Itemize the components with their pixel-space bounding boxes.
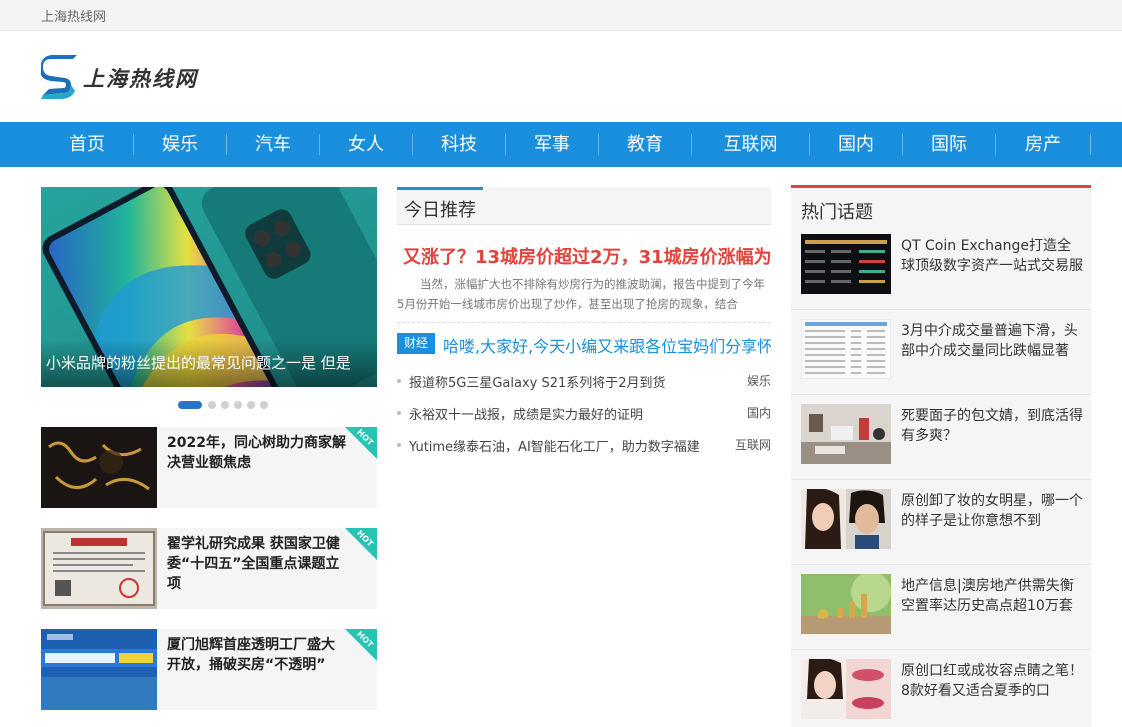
top-bar-site-name[interactable]: 上海热线网 (41, 6, 106, 25)
hot-badge: HOT (345, 629, 377, 661)
hot-topic-item[interactable]: 3月中介成交量普遍下滑，头部中介成交量同比跌幅显著 (791, 310, 1091, 395)
list-item-category[interactable]: 互联网 (735, 436, 771, 453)
hot-topic-item[interactable]: 原创卸了妆的女明星，哪一个的样子是让你意想不到 (791, 480, 1091, 565)
nav-item-domestic[interactable]: 国内 (810, 122, 902, 167)
card-thumbnail (41, 427, 157, 508)
nav-item-tech[interactable]: 科技 (413, 122, 505, 167)
hot-topic-item[interactable]: 地产信息|澳房地产供需失衡空置率达历史高点超10万套 (791, 565, 1091, 650)
recommend-header: 今日推荐 (397, 187, 771, 225)
category-tag[interactable]: 财经 (397, 333, 435, 354)
hot-topic-item[interactable]: QT Coin Exchange打造全球顶级数字资产一站式交易服 (791, 225, 1091, 310)
nav-item-education[interactable]: 教育 (599, 122, 691, 167)
list-item[interactable]: Yutime缘泰石油，AI智能石化工厂，助力数字福建 互联网 (397, 436, 771, 456)
recommend-headline[interactable]: 又涨了？13城房价超过2万，31城房价涨幅为 (403, 243, 771, 269)
list-item-title[interactable]: 永裕双十一战报，成绩是实力最好的证明 (409, 404, 729, 423)
recommend-header-accent (397, 187, 483, 190)
topic-thumbnail (801, 319, 891, 379)
nav-item-women[interactable]: 女人 (320, 122, 412, 167)
recommend-heading: 今日推荐 (404, 200, 476, 221)
hero-slider[interactable]: 小米品牌的粉丝提出的最常见问题之一是 但是 (41, 187, 377, 387)
hot-topics-heading: 热门话题 (801, 202, 873, 223)
main-nav: 首页 娱乐 汽车 女人 科技 军事 教育 互联网 国内 国际 房产 (0, 122, 1122, 167)
topic-thumbnail (801, 659, 891, 719)
tagged-article-title[interactable]: 哈喽,大家好,今天小编又来跟各位宝妈们分享怀 (443, 333, 771, 357)
topic-thumbnail (801, 574, 891, 634)
bullet (397, 411, 401, 415)
hot-badge: HOT (345, 528, 377, 560)
site-logo[interactable]: 上海热线网 (41, 55, 211, 99)
list-item-category[interactable]: 娱乐 (747, 372, 771, 389)
nav-item-military[interactable]: 军事 (506, 122, 598, 167)
nav-item-international[interactable]: 国际 (903, 122, 995, 167)
list-item-title[interactable]: 报道称5G三星Galaxy S21系列将于2月到货 (409, 372, 729, 391)
nav-item-auto[interactable]: 汽车 (227, 122, 319, 167)
list-item-title[interactable]: Yutime缘泰石油，AI智能石化工厂，助力数字福建 (409, 436, 729, 455)
topic-title[interactable]: 3月中介成交量普遍下滑，头部中介成交量同比跌幅显著 (901, 321, 1083, 361)
divider (397, 322, 771, 323)
hot-topic-item[interactable]: 原创口红或成妆容点睛之笔！8款好看又适合夏季的口 (791, 650, 1091, 727)
recommend-summary: 当然，涨幅扩大也不排除有炒房行为的推波助澜，报告中提到了今年5月份开始一线城市房… (397, 277, 765, 311)
slider-caption[interactable]: 小米品牌的粉丝提出的最常见问题之一是 但是 (41, 339, 377, 387)
list-item-category[interactable]: 国内 (747, 404, 771, 421)
featured-card[interactable]: 2022年，同心树助力商家解决营业额焦虑 HOT (41, 427, 377, 508)
nav-item-home[interactable]: 首页 (41, 122, 133, 167)
topic-thumbnail (801, 489, 891, 549)
slider-dot[interactable] (247, 401, 255, 409)
topic-title[interactable]: 原创口红或成妆容点睛之笔！8款好看又适合夏季的口 (901, 661, 1083, 701)
nav-item-realestate[interactable]: 房产 (996, 122, 1090, 167)
slider-dot[interactable] (221, 401, 229, 409)
list-item[interactable]: 永裕双十一战报，成绩是实力最好的证明 国内 (397, 404, 771, 424)
topic-thumbnail (801, 234, 891, 294)
featured-card[interactable]: 厦门旭辉首座透明工厂盛大开放，捅破买房“不透明” HOT (41, 629, 377, 710)
nav-separator (1090, 134, 1091, 155)
logo-s-icon (41, 55, 77, 99)
hot-topic-item[interactable]: 死要面子的包文婧，到底活得有多爽？ (791, 395, 1091, 480)
logo-text: 上海热线网 (83, 66, 198, 91)
hot-badge: HOT (345, 427, 377, 459)
slider-dot[interactable] (234, 401, 242, 409)
topic-title[interactable]: QT Coin Exchange打造全球顶级数字资产一站式交易服 (901, 236, 1083, 276)
card-title[interactable]: 厦门旭辉首座透明工厂盛大开放，捅破买房“不透明” (167, 635, 347, 675)
topic-title[interactable]: 死要面子的包文婧，到底活得有多爽？ (901, 406, 1083, 446)
bullet (397, 379, 401, 383)
card-title[interactable]: 2022年，同心树助力商家解决营业额焦虑 (167, 433, 347, 473)
card-title[interactable]: 翟学礼研究成果 获国家卫健委“十四五”全国重点课题立项 (167, 534, 347, 594)
hot-topics-panel: 热门话题 QT Coin Exchange打造全球顶级数字资产一站式交易服 3月… (791, 185, 1091, 727)
card-thumbnail (41, 528, 157, 609)
slider-dot[interactable] (208, 401, 216, 409)
slider-dot[interactable] (260, 401, 268, 409)
nav-item-internet[interactable]: 互联网 (692, 122, 809, 167)
topic-title[interactable]: 地产信息|澳房地产供需失衡空置率达历史高点超10万套 (901, 576, 1083, 616)
topic-title[interactable]: 原创卸了妆的女明星，哪一个的样子是让你意想不到 (901, 491, 1083, 531)
slider-dot-active[interactable] (178, 401, 202, 409)
list-item[interactable]: 报道称5G三星Galaxy S21系列将于2月到货 娱乐 (397, 372, 771, 392)
topic-thumbnail (801, 404, 891, 464)
card-thumbnail (41, 629, 157, 710)
nav-item-entertainment[interactable]: 娱乐 (134, 122, 226, 167)
bullet (397, 443, 401, 447)
top-bar: 上海热线网 (0, 0, 1122, 31)
featured-card[interactable]: 翟学礼研究成果 获国家卫健委“十四五”全国重点课题立项 HOT (41, 528, 377, 609)
